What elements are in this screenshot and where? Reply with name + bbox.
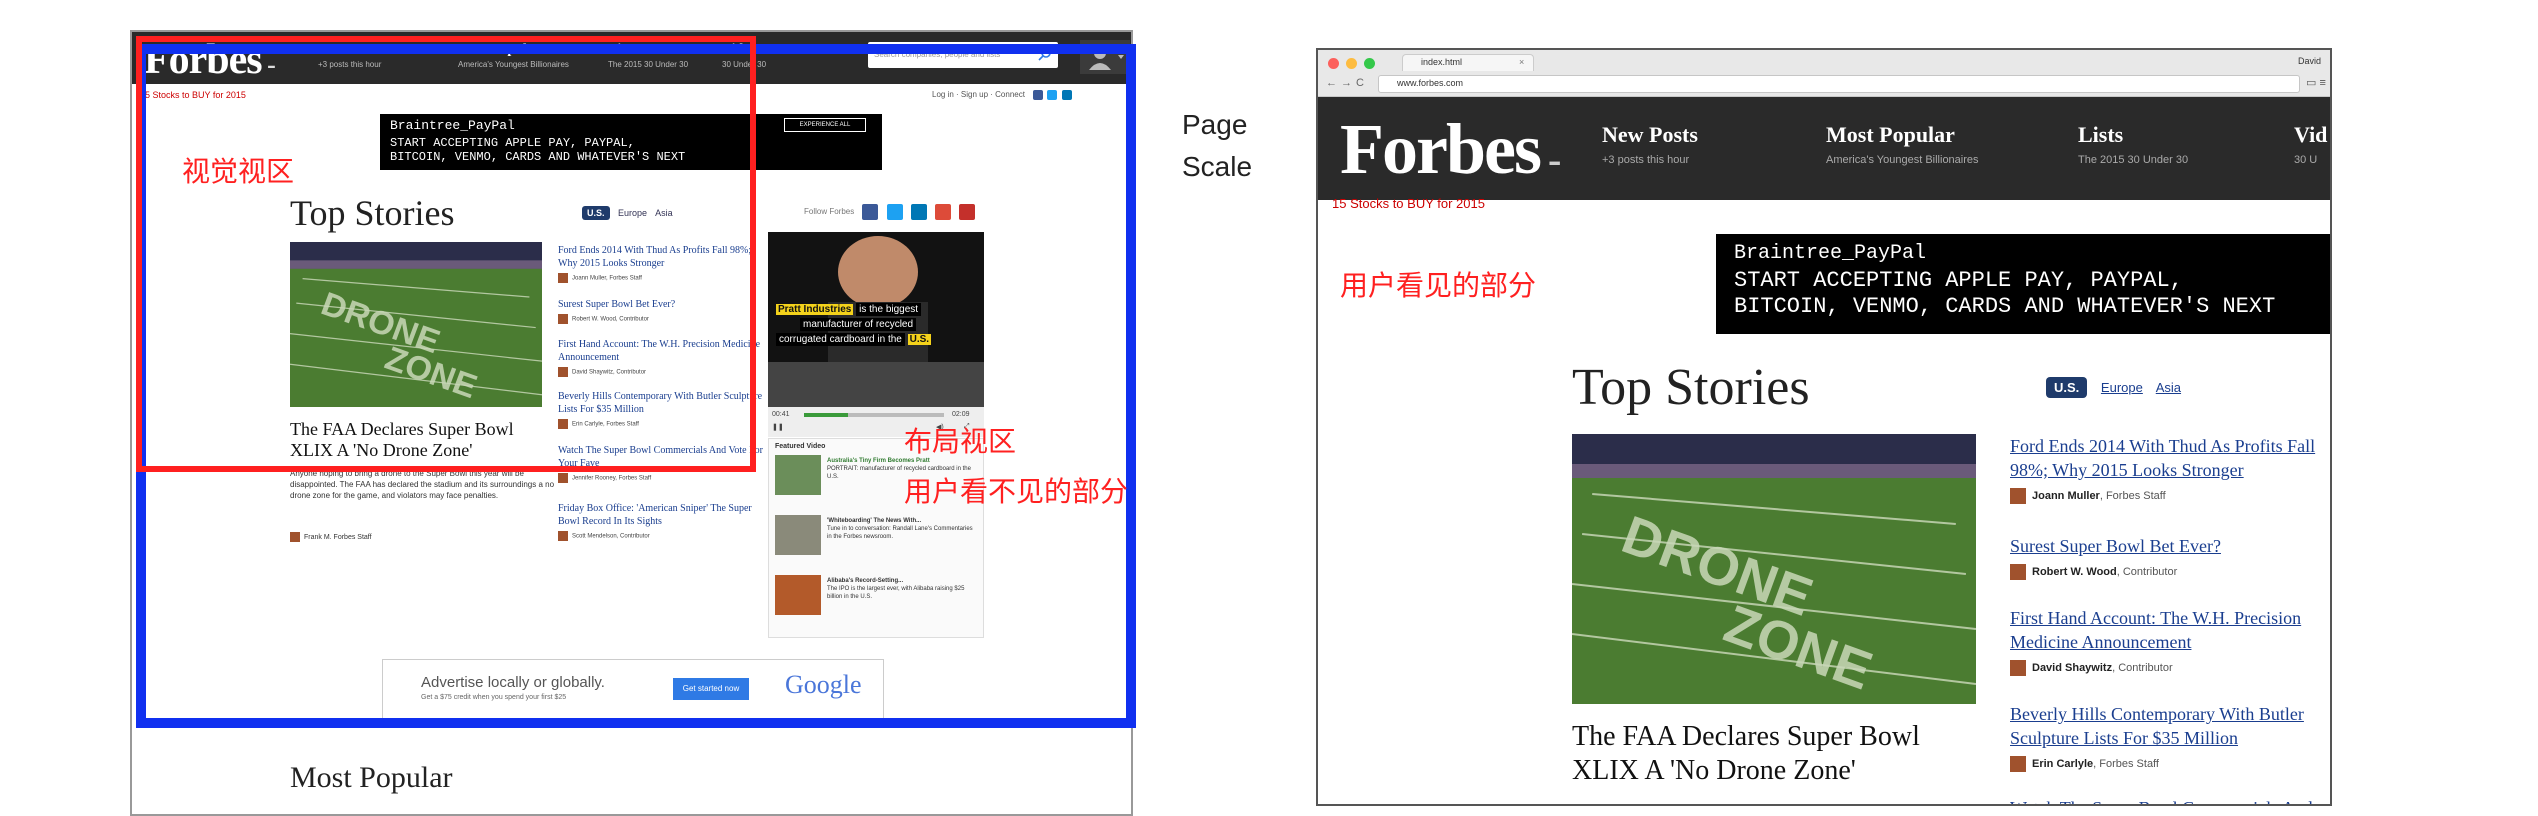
forward-arrow-icon[interactable]: → [1341,77,1356,89]
visual-viewport-label: 视觉视区 [182,155,295,188]
football-field-photo[interactable]: DRONE ZONE [1572,434,1976,704]
browser-user-name[interactable]: David [2298,56,2321,66]
nav-new-posts[interactable]: New Posts +3 posts this hour [1602,122,1698,166]
author-role: , Forbes Staff [2099,489,2166,502]
nav-title: Most Popular [1826,122,1955,147]
author-role: , Contributor [2112,661,2173,674]
story-item[interactable]: Ford Ends 2014 With Thud As Profits Fall… [2010,434,2330,504]
nav-title: Lists [2078,122,2124,147]
ad-brand: Braintree_PayPal [1734,242,1927,265]
reload-icon[interactable]: C [1356,77,1368,89]
story-title[interactable]: Watch The Super Bowl Commercials And [2010,796,2330,804]
zoomed-browser-window: index.html × David ←→C www.forbes.com ▭ … [1316,48,2332,806]
back-arrow-icon[interactable]: ← [1326,77,1341,89]
braintree-ad-banner[interactable]: Braintree_PayPal START ACCEPTING APPLE P… [1716,234,2330,334]
story-item[interactable]: Beverly Hills Contemporary With Butler S… [2010,702,2330,772]
top-stories-heading: Top Stories [1572,359,1810,416]
browser-tab[interactable]: index.html × [1402,54,1534,71]
page-scale-word: Page [1182,109,1248,140]
region-tabs[interactable]: U.S. Europe Asia [2046,377,2191,398]
story-item[interactable]: First Hand Account: The W.H. Precision M… [2010,606,2330,676]
story-title[interactable]: Beverly Hills Contemporary With Butler S… [2010,702,2330,750]
page-scale-word: Scale [1182,151,1253,182]
browser-menu-icon[interactable]: ▭ ≡ [2306,76,2326,89]
visual-viewport-frame [136,36,756,472]
author-role: , Forbes Staff [2093,757,2159,770]
tab-title: index.html [1421,57,1463,67]
nav-subtitle: The 2015 30 Under 30 [2078,154,2189,166]
lead-story-title[interactable]: The FAA Declares Super Bowl XLIX A 'No D… [1572,720,1992,788]
nav-video[interactable]: Vid 30 U [2294,122,2327,166]
region-tab-europe[interactable]: Europe [2101,380,2143,395]
story-author[interactable]: Erin Carlyle [2032,758,2093,770]
story-item[interactable]: Watch The Super Bowl Commercials And [2010,796,2330,804]
nav-most-popular[interactable]: Most Popular America's Youngest Billiona… [1826,122,1979,166]
story-author[interactable]: Joann Muller [2032,490,2100,502]
author-avatar [2010,488,2026,504]
address-bar-url[interactable]: www.forbes.com [1397,78,1463,88]
author-avatar [2010,756,2026,772]
nav-title: New Posts [1602,122,1698,147]
story-item[interactable]: Surest Super Bowl Bet Ever? Robert W. Wo… [2010,534,2330,580]
nav-subtitle: 30 U [2294,154,2318,166]
author-avatar [2010,564,2026,580]
unseen-part-label: 用户看不见的部分 [904,475,1129,508]
story-author[interactable]: Robert W. Wood [2032,566,2117,578]
story-title[interactable]: Surest Super Bowl Bet Ever? [2010,534,2330,558]
close-window-icon[interactable] [1328,58,1339,69]
nav-lists[interactable]: Lists The 2015 30 Under 30 [2078,122,2188,166]
story-author[interactable]: David Shaywitz [2032,662,2112,674]
minimize-window-icon[interactable] [1346,58,1357,69]
seen-part-label: 用户看见的部分 [1340,269,1537,302]
author-role: , Contributor [2116,565,2178,578]
ad-copy: START ACCEPTING APPLE PAY, PAYPAL, BITCO… [1734,268,2276,319]
layout-viewport-label: 布局视区 [904,425,1017,458]
address-bar[interactable]: www.forbes.com [1378,75,2300,93]
nav-title: Vid [2294,122,2328,147]
nav-subtitle: +3 posts this hour [1602,154,1690,166]
region-tab-asia[interactable]: Asia [2156,380,2181,395]
nav-subtitle: America's Youngest Billionaires [1826,154,1979,166]
promo-link[interactable]: 15 Stocks to BUY for 2015 [1332,196,1485,211]
close-tab-icon[interactable]: × [1519,57,1524,67]
most-popular-heading: Most Popular [290,761,453,794]
region-tab-us[interactable]: U.S. [2046,377,2088,398]
browser-nav-buttons[interactable]: ←→C [1326,77,1368,89]
author-avatar [2010,660,2026,676]
maximize-window-icon[interactable] [1364,58,1375,69]
story-title[interactable]: Ford Ends 2014 With Thud As Profits Fall… [2010,434,2330,482]
story-title[interactable]: First Hand Account: The W.H. Precision M… [2010,606,2330,654]
page-scale-label: Page Scale [1182,104,1252,188]
forbes-logo[interactable]: Forbes - [1340,108,1561,191]
